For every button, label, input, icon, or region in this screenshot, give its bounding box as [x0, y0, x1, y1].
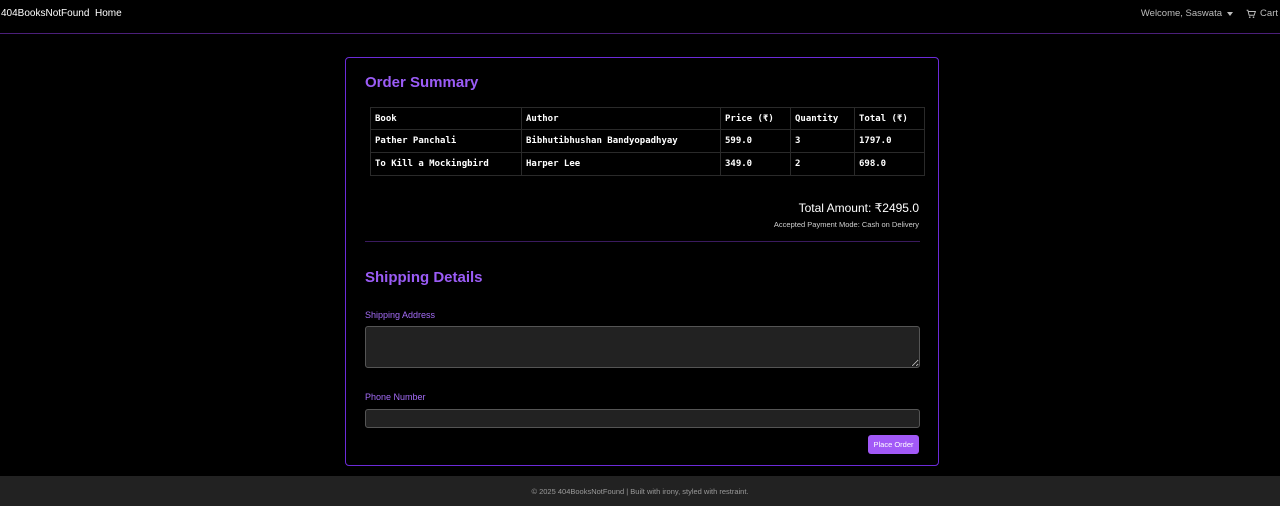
- header-book: Book: [370, 107, 522, 130]
- footer-text: © 2025 404BooksNotFound | Built with iro…: [531, 486, 749, 496]
- navbar: 404BooksNotFound Home Welcome, Saswata C…: [0, 0, 1280, 34]
- cell-quantity: 2: [790, 152, 855, 176]
- table-row: Pather Panchali Bibhutibhushan Bandyopad…: [370, 129, 925, 153]
- cart-label: Cart: [1260, 8, 1278, 19]
- cart-icon: [1246, 9, 1257, 18]
- payment-mode-note: Accepted Payment Mode: Cash on Delivery: [773, 220, 919, 229]
- shipping-address-field[interactable]: [365, 326, 920, 368]
- shipping-address-label: Shipping Address: [365, 310, 436, 320]
- cell-quantity: 3: [790, 129, 855, 153]
- header-total: Total (₹): [854, 107, 925, 130]
- cell-total: 698.0: [854, 152, 925, 176]
- cart-link[interactable]: Cart: [1246, 8, 1278, 19]
- brand-link[interactable]: 404BooksNotFound: [1, 8, 89, 19]
- table-row: To Kill a Mockingbird Harper Lee 349.0 2…: [370, 152, 925, 176]
- user-menu[interactable]: Welcome, Saswata: [1141, 8, 1233, 19]
- phone-number-field[interactable]: [365, 409, 920, 428]
- caret-down-icon: [1227, 11, 1233, 16]
- total-amount: Total Amount: ₹2495.0: [798, 201, 919, 215]
- cell-author: Bibhutibhushan Bandyopadhyay: [521, 129, 721, 153]
- header-quantity: Quantity: [790, 107, 855, 130]
- cell-price: 599.0: [720, 129, 791, 153]
- welcome-text: Welcome, Saswata: [1140, 8, 1222, 19]
- cell-book: To Kill a Mockingbird: [370, 152, 522, 176]
- section-divider: [365, 241, 920, 242]
- place-order-button[interactable]: Place Order: [868, 435, 919, 454]
- shipping-details-title: Shipping Details: [365, 269, 483, 286]
- header-author: Author: [521, 107, 721, 130]
- order-table: Book Author Price (₹) Quantity Total (₹)…: [370, 107, 925, 176]
- order-summary-title: Order Summary: [365, 74, 479, 91]
- footer: © 2025 404BooksNotFound | Built with iro…: [0, 476, 1280, 506]
- table-header-row: Book Author Price (₹) Quantity Total (₹): [370, 107, 925, 130]
- cell-price: 349.0: [720, 152, 791, 176]
- phone-number-label: Phone Number: [365, 392, 426, 402]
- cell-book: Pather Panchali: [370, 129, 522, 153]
- checkout-card: Order Summary Book Author Price (₹) Quan…: [345, 57, 939, 466]
- header-price: Price (₹): [720, 107, 791, 130]
- nav-home-link[interactable]: Home: [95, 8, 122, 19]
- cell-total: 1797.0: [854, 129, 925, 153]
- cell-author: Harper Lee: [521, 152, 721, 176]
